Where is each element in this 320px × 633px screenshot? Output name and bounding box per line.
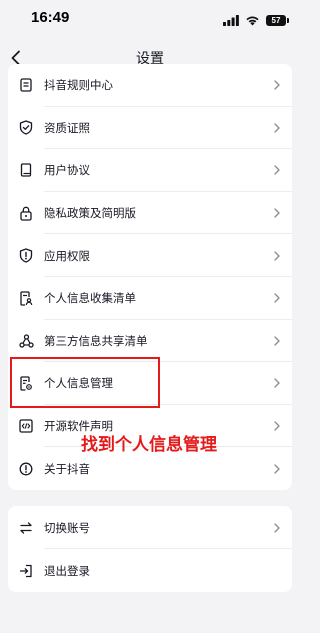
settings-item-label: 切换账号	[44, 520, 90, 535]
switch-arrows-icon	[18, 520, 34, 536]
book-icon	[18, 162, 34, 178]
settings-item-user-agreement[interactable]: 用户协议	[8, 149, 292, 192]
battery-icon: 57	[266, 15, 289, 26]
settings-group-account: 切换账号 退出登录	[8, 506, 292, 592]
shield-alert-icon	[18, 248, 34, 264]
chevron-right-icon	[272, 165, 282, 176]
status-icons: 57	[223, 11, 289, 30]
chevron-right-icon	[272, 251, 282, 261]
settings-item-label: 用户协议	[44, 163, 90, 178]
settings-item-label: 资质证照	[44, 120, 90, 135]
chevron-right-icon	[272, 421, 282, 431]
settings-item-personal-info-list[interactable]: 个人信息收集清单	[8, 277, 292, 320]
lock-icon	[18, 205, 34, 221]
chevron-right-icon	[272, 463, 282, 474]
chevron-right-icon	[272, 123, 282, 133]
chevron-right-icon	[272, 208, 282, 218]
chevron-right-icon	[272, 336, 282, 346]
rules-icon	[18, 77, 34, 93]
settings-item-privacy-policy[interactable]: 隐私政策及简明版	[8, 192, 292, 235]
chevron-right-icon	[272, 80, 282, 90]
settings-item-qualifications[interactable]: 资质证照	[8, 107, 292, 150]
settings-item-label: 隐私政策及简明版	[44, 206, 136, 221]
wifi-icon	[245, 11, 260, 30]
chevron-right-icon	[272, 378, 282, 389]
settings-item-rules-center[interactable]: 抖音规则中心	[8, 64, 292, 107]
settings-item-label: 抖音规则中心	[44, 78, 113, 93]
status-bar: 16:49 57	[0, 0, 300, 36]
settings-item-label: 退出登录	[44, 563, 90, 578]
settings-item-label: 个人信息收集清单	[44, 291, 136, 306]
settings-item-label: 应用权限	[44, 248, 90, 263]
settings-group-about: 抖音规则中心 资质证照 用户协议 隐私政策及简明版 应用权限 个人信息收集清单 …	[8, 64, 292, 490]
chevron-right-icon	[272, 293, 282, 303]
settings-item-label: 第三方信息共享清单	[44, 333, 148, 348]
signal-icon	[223, 11, 239, 30]
chevron-right-icon	[272, 522, 282, 533]
document-person-icon	[18, 290, 34, 306]
settings-item-logout[interactable]: 退出登录	[8, 549, 292, 592]
settings-item-app-permissions[interactable]: 应用权限	[8, 234, 292, 277]
settings-item-switch-account[interactable]: 切换账号	[8, 506, 292, 549]
annotation-text: 找到个人信息管理	[81, 435, 217, 455]
settings-item-label: 关于抖音	[44, 461, 90, 476]
code-icon	[18, 418, 34, 434]
info-icon	[18, 461, 34, 477]
settings-item-third-party-sharing[interactable]: 第三方信息共享清单	[8, 320, 292, 363]
shield-check-icon	[18, 120, 34, 136]
share-nodes-icon	[18, 333, 34, 349]
highlight-box	[10, 357, 160, 408]
status-time: 16:49	[31, 9, 70, 26]
logout-icon	[18, 563, 34, 579]
